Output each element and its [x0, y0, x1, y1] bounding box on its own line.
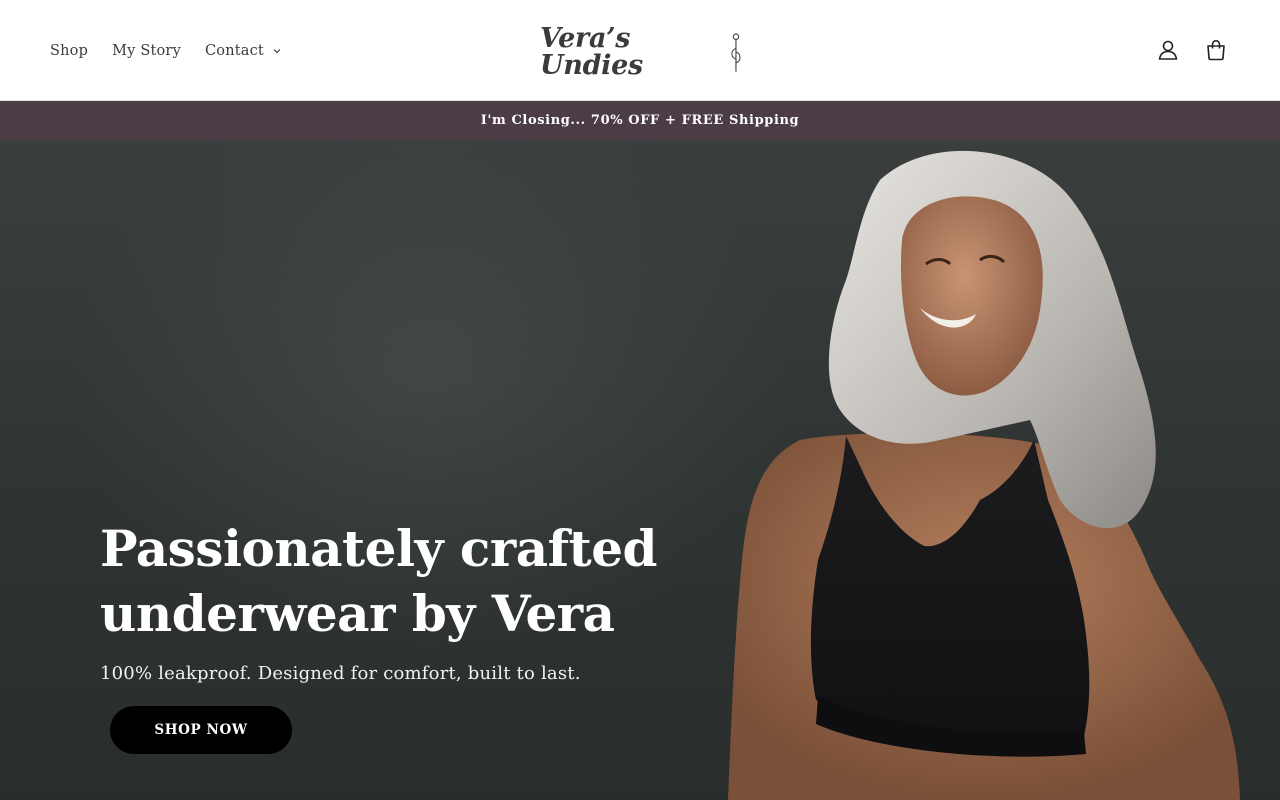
announcement-text: I'm Closing... 70% OFF + FREE Shipping [480, 113, 800, 128]
hero-heading: Passionately crafted underwear by Vera [100, 519, 657, 643]
hero-banner: Passionately crafted underwear by Vera 1… [0, 140, 1280, 800]
nav-link-label: Contact [204, 43, 264, 59]
account-icon[interactable] [1154, 36, 1182, 64]
main-nav: Shop My Story Contact [38, 38, 294, 64]
announcement-bar: I'm Closing... 70% OFF + FREE Shipping [0, 101, 1280, 140]
cart-icon[interactable] [1202, 36, 1230, 64]
model-photo [728, 150, 1240, 800]
shop-now-label: SHOP NOW [154, 722, 248, 738]
site-header: Shop My Story Contact Vera’s Undies [0, 0, 1280, 101]
shop-now-button[interactable]: SHOP NOW [110, 706, 292, 754]
nav-link-contact[interactable]: Contact [193, 38, 294, 64]
header-icons [1154, 36, 1230, 64]
logo-text: Vera’s Undies [540, 23, 643, 81]
nav-link-label: Shop [50, 43, 89, 59]
nav-link-my-story[interactable]: My Story [100, 38, 193, 64]
nav-link-shop[interactable]: Shop [38, 38, 100, 64]
chevron-down-icon [273, 49, 281, 54]
hero-subheading: 100% leakproof. Designed for comfort, bu… [100, 663, 581, 684]
nav-link-label: My Story [112, 43, 181, 59]
site-logo[interactable]: Vera’s Undies [540, 23, 745, 81]
flower-icon [731, 33, 741, 72]
